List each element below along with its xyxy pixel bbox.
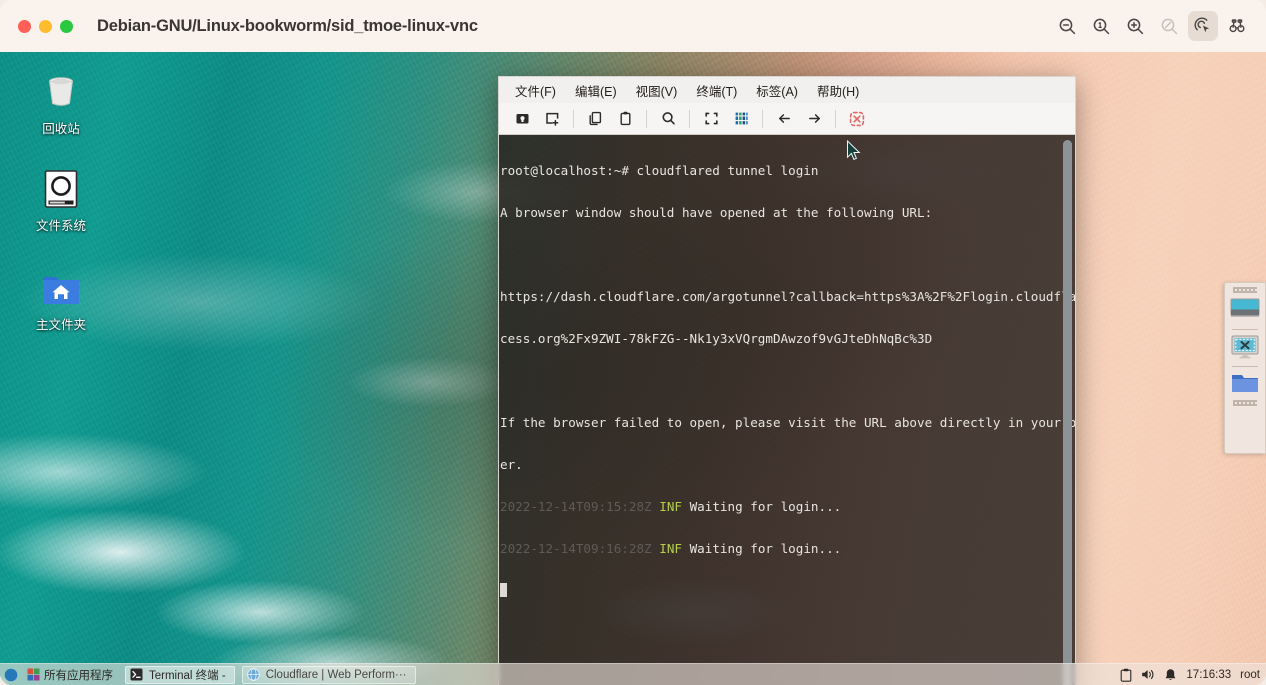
log-timestamp: 2022-12-14T09:15:28Z <box>500 499 652 514</box>
toolbar-separator <box>762 109 763 128</box>
log-level: INF <box>659 499 682 514</box>
log-message: Waiting for login... <box>689 541 842 556</box>
file-transfer-icon[interactable] <box>1230 372 1260 394</box>
terminal-cursor <box>500 583 507 597</box>
zoom-actual-icon[interactable] <box>1086 11 1116 41</box>
close-window-button[interactable] <box>18 19 31 33</box>
trash-icon <box>37 68 85 116</box>
notification-bell-icon[interactable] <box>1164 668 1177 682</box>
terminal-line: If the browser failed to open, please vi… <box>500 415 1076 430</box>
terminal-scrollbar-thumb[interactable] <box>1063 140 1072 685</box>
menu-file[interactable]: 文件(F) <box>507 78 564 103</box>
taskbar-window-label: Terminal 终端 - <box>149 669 226 682</box>
fullscreen-icon[interactable] <box>696 106 726 132</box>
vnc-viewer-window: Debian-GNU/Linux-bookworm/sid_tmoe-linux… <box>0 0 1266 685</box>
terminal-toolbar <box>498 103 1076 135</box>
desktop-icon-label: 文件系统 <box>35 219 86 233</box>
terminal-line: https://dash.cloudflare.com/argotunnel?c… <box>500 289 1076 304</box>
back-arrow-icon[interactable] <box>769 106 799 132</box>
system-tray: 17:16:33 root <box>1120 668 1266 682</box>
terminal-log-line: 2022-12-14T09:16:28Z INF Waiting for log… <box>500 538 1061 559</box>
pointer-tool-icon[interactable] <box>1188 11 1218 41</box>
browser-icon <box>246 668 260 681</box>
zoom-out-icon[interactable] <box>1052 11 1082 41</box>
menu-view[interactable]: 视图(V) <box>628 78 686 103</box>
new-window-icon[interactable] <box>537 106 567 132</box>
terminal-line: cess.org%2Fx9ZWI-78kFZG--Nk1y3xVQrgmDAwz… <box>500 331 933 346</box>
close-tab-icon[interactable] <box>842 106 872 132</box>
panel-divider <box>1232 329 1258 330</box>
terminal-line: A browser window should have opened at t… <box>500 205 933 220</box>
terminal-output-area[interactable]: root@localhost:~# cloudflared tunnel log… <box>498 135 1076 685</box>
desktop-icon-home-folder[interactable]: 主文件夹 <box>13 264 109 333</box>
terminal-log-line: 2022-12-14T09:15:28Z INF Waiting for log… <box>500 496 1061 517</box>
terminal-prompt-line <box>500 580 1061 601</box>
terminal-line: root@localhost:~# cloudflared tunnel log… <box>500 163 819 178</box>
taskbar-clock[interactable]: 17:16:33 <box>1186 669 1231 681</box>
remote-desktop[interactable]: 回收站 文件系统 主文件夹 文件(F) 编辑(E) 视图(V) 终端(T) 标签… <box>0 52 1266 685</box>
forward-arrow-icon[interactable] <box>799 106 829 132</box>
home-folder-icon <box>37 264 85 312</box>
taskbar: 所有应用程序 Terminal 终端 - Cloudflare | Web Pe… <box>0 663 1266 685</box>
color-scheme-icon[interactable] <box>726 106 756 132</box>
zoom-fit-icon <box>1154 11 1184 41</box>
toolbar-separator <box>573 109 574 128</box>
terminal-window[interactable]: 文件(F) 编辑(E) 视图(V) 终端(T) 标签(A) 帮助(H) root… <box>498 76 1076 685</box>
desktop-icon-label: 主文件夹 <box>35 318 86 332</box>
volume-icon[interactable] <box>1141 668 1155 681</box>
panel-grip-top[interactable] <box>1233 287 1257 293</box>
disconnect-screen-icon[interactable] <box>1230 335 1260 361</box>
maximize-window-button[interactable] <box>60 19 73 33</box>
taskbar-user[interactable]: root <box>1240 669 1260 681</box>
menu-tabs[interactable]: 标签(A) <box>748 78 806 103</box>
menu-terminal[interactable]: 终端(T) <box>688 78 745 103</box>
terminal-text: root@localhost:~# cloudflared tunnel log… <box>499 139 1076 643</box>
applications-menu-button[interactable]: 所有应用程序 <box>22 666 118 684</box>
search-icon[interactable] <box>653 106 683 132</box>
log-timestamp: 2022-12-14T09:16:28Z <box>500 541 652 556</box>
viewer-toolbar <box>1052 11 1252 41</box>
log-message: Waiting for login... <box>689 499 842 514</box>
zoom-in-icon[interactable] <box>1120 11 1150 41</box>
window-title: Debian-GNU/Linux-bookworm/sid_tmoe-linux… <box>97 16 478 35</box>
new-tab-icon[interactable] <box>507 106 537 132</box>
taskbar-window-label: Cloudflare | Web Perform··· <box>265 668 407 681</box>
binoculars-icon[interactable] <box>1222 11 1252 41</box>
display-settings-icon[interactable] <box>1230 298 1260 324</box>
drive-icon <box>37 165 85 213</box>
taskbar-window-terminal[interactable]: Terminal 终端 - <box>125 665 235 684</box>
terminal-scrollbar[interactable] <box>1063 140 1072 685</box>
traffic-lights <box>18 19 73 33</box>
clipboard-icon[interactable] <box>1120 668 1132 682</box>
desktop-icon-file-system[interactable]: 文件系统 <box>13 165 109 234</box>
desktop-icon-recycle-bin[interactable]: 回收站 <box>13 68 109 137</box>
xfce-logo-icon[interactable] <box>4 668 18 682</box>
paste-icon[interactable] <box>610 106 640 132</box>
toolbar-separator <box>835 109 836 128</box>
window-titlebar: Debian-GNU/Linux-bookworm/sid_tmoe-linux… <box>0 0 1266 52</box>
toolbar-separator <box>689 109 690 128</box>
vnc-control-panel[interactable] <box>1224 282 1266 454</box>
menu-help[interactable]: 帮助(H) <box>809 78 867 103</box>
terminal-line: er. <box>500 457 523 472</box>
panel-divider <box>1232 366 1258 367</box>
taskbar-left: 所有应用程序 Terminal 终端 - Cloudflare | Web Pe… <box>0 665 416 684</box>
terminal-menubar: 文件(F) 编辑(E) 视图(V) 终端(T) 标签(A) 帮助(H) <box>498 76 1076 103</box>
toolbar-separator <box>646 109 647 128</box>
apps-grid-icon <box>27 668 40 681</box>
terminal-icon <box>130 668 143 681</box>
applications-menu-label: 所有应用程序 <box>44 669 113 682</box>
copy-icon[interactable] <box>580 106 610 132</box>
desktop-icon-label: 回收站 <box>42 122 80 136</box>
log-level: INF <box>659 541 682 556</box>
panel-grip-bottom[interactable] <box>1233 400 1257 406</box>
taskbar-window-browser[interactable]: Cloudflare | Web Perform··· <box>241 665 416 684</box>
menu-edit[interactable]: 编辑(E) <box>567 78 625 103</box>
minimize-window-button[interactable] <box>39 19 52 33</box>
